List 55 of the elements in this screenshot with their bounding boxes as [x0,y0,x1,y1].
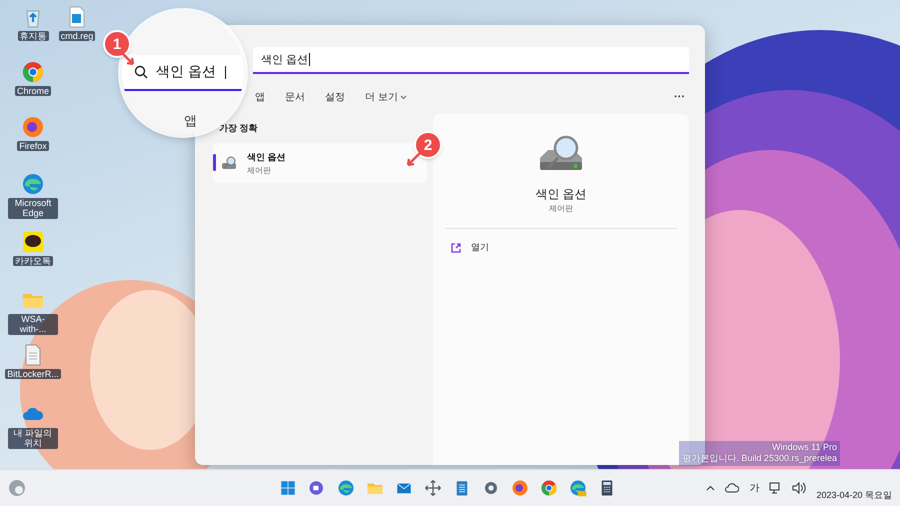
filter-tab[interactable]: 더 보기 [363,88,409,106]
filter-tab[interactable]: 문서 [283,88,307,106]
video-chat-icon [308,479,326,497]
filter-tab[interactable]: 설정 [323,88,347,106]
chrome-logo-icon [540,479,558,497]
edge-logo-icon [569,479,587,497]
desktop-icon-label[interactable]: 카카오톡 [13,256,53,266]
desktop-icon-label[interactable]: Microsoft Edge [8,198,58,219]
drive-magnifier-icon [221,155,239,171]
taskbar-app-button[interactable] [423,478,443,498]
result-title: 색인 옵션 [247,150,286,164]
desktop-icon-label[interactable]: WSA-with-... [8,314,58,335]
magnified-filter-label: 앱 [184,112,197,130]
edge-logo-icon [337,479,355,497]
taskbar-app-button[interactable] [539,478,559,498]
system-watermark-text: Windows 11 Pro [772,442,837,452]
desktop-icon-label[interactable]: Chrome [14,86,51,96]
desktop-icon-label[interactable]: Firefox [17,141,49,152]
input-method-indicator[interactable]: 가 [749,481,760,495]
windows-logo-icon [279,479,297,497]
step-number-badge: 2 [416,133,440,157]
pointer-arrow-icon [119,50,135,66]
firefox-logo-icon [511,479,529,497]
network-icon[interactable] [769,482,782,494]
selection-indicator [213,154,216,171]
chrome-logo-icon [21,60,45,84]
pointer-arrow-icon [406,151,422,167]
speaker-icon[interactable] [792,482,806,494]
open-action[interactable]: 열기 [445,237,677,258]
firefox-logo-icon [21,115,45,139]
chat-app-icon [21,230,45,254]
step-number-badge: 1 [105,32,129,56]
cloud-icon[interactable] [725,483,740,493]
more-options-button[interactable]: ··· [670,91,689,103]
filter-tab[interactable]: 앱 [253,88,267,106]
settings-icon [482,479,500,497]
desktop-icon-label[interactable]: 내 파일의 위치 [8,428,58,449]
detail-title: 색인 옵션 [535,186,587,203]
taskbar-app-button[interactable] [568,478,588,498]
section-heading: 가장 정확 [218,122,259,135]
desktop-icon-label[interactable]: 휴지통 [18,31,48,42]
clock-date[interactable]: 2023-04-20 목요일 [816,488,892,502]
desktop-icon-label[interactable]: BitLockerR... [5,369,61,380]
desktop-icon-label[interactable]: cmd.reg [58,31,96,42]
system-watermark-text: 평가본입니다. Build 25300.rs_prerelea [682,452,837,465]
result-subtitle: 제어판 [247,164,272,176]
detail-subtitle: 제어판 [549,203,573,214]
search-field[interactable]: 색인 옵션 [253,47,689,74]
move-arrows-icon [424,479,442,497]
edge-logo-icon [21,172,45,196]
external-link-icon [451,242,461,252]
search-icon [134,65,148,79]
taskbar-app-button[interactable] [510,478,530,498]
chevron-up-icon[interactable] [706,485,716,491]
taskbar-app-button[interactable] [336,478,356,498]
